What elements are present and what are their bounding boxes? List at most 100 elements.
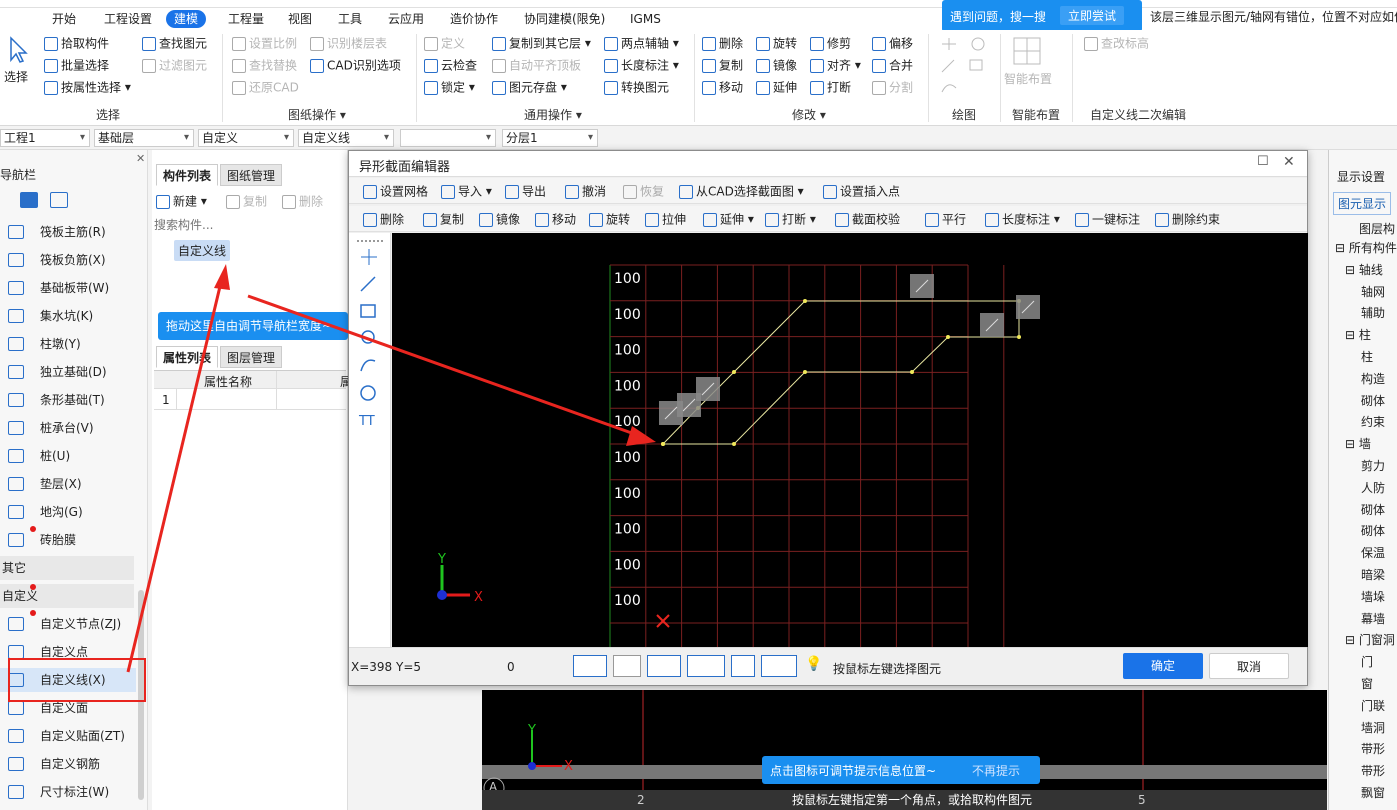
- nav-raft-neg-rebar[interactable]: 筏板负筋(X): [0, 248, 136, 272]
- split-button[interactable]: 分割: [872, 78, 913, 96]
- set-insert-point-button[interactable]: 设置插入点: [823, 182, 900, 200]
- detail-view-icon[interactable]: [50, 192, 68, 208]
- check-height-button[interactable]: 查改标高: [1084, 34, 1149, 52]
- nav-brick-mold[interactable]: 砖胎膜: [0, 528, 136, 552]
- move-button[interactable]: 移动: [702, 78, 743, 96]
- smart-layout-button[interactable]: 智能布置: [1004, 70, 1052, 88]
- store-element-button[interactable]: 图元存盘 ▾: [492, 78, 567, 96]
- nav-cushion[interactable]: 垫层(X): [0, 472, 136, 496]
- nav-sump[interactable]: 集水坑(K): [0, 304, 136, 328]
- nav-custom-veneer[interactable]: 自定义贴面(ZT): [0, 724, 136, 748]
- menu-cost-collab[interactable]: 造价协作: [442, 10, 506, 28]
- tab-component-list[interactable]: 构件列表: [156, 164, 219, 186]
- floor-select[interactable]: 基础层: [94, 129, 194, 147]
- set-scale-button[interactable]: 设置比例: [232, 34, 297, 52]
- ok-button[interactable]: 确定: [1123, 653, 1203, 679]
- menu-collab-modeling[interactable]: 协同建模(限免): [516, 10, 613, 28]
- close-icon[interactable]: ✕: [1283, 154, 1295, 170]
- help-question-text[interactable]: 该层三维显示图元/轴网有错位，位置不对应如何: [1150, 8, 1397, 25]
- delete-button[interactable]: 删除: [702, 34, 743, 52]
- tree-node[interactable]: ⊟ 轴线: [1345, 260, 1383, 280]
- delete-constraint-button[interactable]: 删除约束: [1155, 210, 1220, 228]
- dlg-break-button[interactable]: 打断 ▾: [765, 210, 816, 228]
- tree-node[interactable]: ⊟ 所有构件: [1335, 238, 1397, 258]
- tree-node[interactable]: 带形: [1361, 761, 1385, 781]
- tree-node[interactable]: 暗梁: [1361, 565, 1385, 585]
- tree-node[interactable]: 砌体: [1361, 500, 1385, 520]
- nav-pile[interactable]: 桩(U): [0, 444, 136, 468]
- tree-node[interactable]: 墙洞: [1361, 718, 1385, 738]
- dlg-move-button[interactable]: 移动: [535, 210, 576, 228]
- new-component-button[interactable]: 新建 ▾: [156, 192, 207, 210]
- dlg-stretch-button[interactable]: 拉伸: [645, 210, 686, 228]
- tree-node[interactable]: 门: [1361, 652, 1373, 672]
- lock-button[interactable]: 锁定 ▾: [424, 78, 475, 96]
- menu-igms[interactable]: IGMS: [622, 10, 669, 28]
- extend-button[interactable]: 延伸: [756, 78, 797, 96]
- tree-node[interactable]: 墙垛: [1361, 587, 1385, 607]
- length-dim-button[interactable]: 长度标注 ▾: [604, 56, 679, 74]
- layer-select[interactable]: 分层1: [502, 129, 598, 147]
- menu-start[interactable]: 开始: [44, 10, 84, 28]
- tab-layers[interactable]: 图层管理: [220, 346, 283, 368]
- tree-node[interactable]: 带形: [1361, 739, 1385, 759]
- auto-align-top-button[interactable]: 自动平齐顶板: [492, 56, 581, 74]
- menu-view[interactable]: 视图: [280, 10, 320, 28]
- object-snap-toggle[interactable]: [761, 655, 797, 677]
- nav-section-custom[interactable]: 自定义: [0, 584, 134, 608]
- nav-close-icon[interactable]: ✕: [136, 152, 145, 165]
- nav-section-other[interactable]: 其它: [0, 556, 134, 580]
- offset-button[interactable]: 偏移: [872, 34, 913, 52]
- grid-snap-toggle[interactable]: [573, 655, 607, 677]
- align-button[interactable]: 对齐 ▾: [810, 56, 861, 74]
- tree-node[interactable]: ⊟ 墙: [1345, 434, 1371, 454]
- menu-modeling[interactable]: 建模: [166, 10, 207, 28]
- project-select[interactable]: 工程1: [0, 129, 90, 147]
- menu-quantity[interactable]: 工程量: [220, 10, 272, 28]
- select-by-attr-button[interactable]: 按属性选择 ▾: [44, 78, 131, 96]
- section-check-button[interactable]: 截面校验: [835, 210, 900, 228]
- draw-tools-icon[interactable]: [940, 36, 990, 96]
- nav-foundation-strip[interactable]: 基础板带(W): [0, 276, 136, 300]
- set-grid-button[interactable]: 设置网格: [363, 182, 428, 200]
- rotate-button[interactable]: 旋转: [756, 34, 797, 52]
- tree-node[interactable]: 构造: [1361, 369, 1385, 389]
- menu-tools[interactable]: 工具: [330, 10, 370, 28]
- select-from-cad-button[interactable]: 从CAD选择截面图 ▾: [679, 182, 804, 200]
- nav-isolated-footing[interactable]: 独立基础(D): [0, 360, 136, 384]
- tree-node[interactable]: 轴网: [1361, 282, 1385, 302]
- type-select[interactable]: 自定义线: [298, 129, 394, 147]
- tree-node[interactable]: 砌体: [1361, 391, 1385, 411]
- define-button[interactable]: 定义: [424, 34, 465, 52]
- export-button[interactable]: 导出: [505, 182, 546, 200]
- delete-component-button[interactable]: 删除: [282, 192, 323, 210]
- menu-cloud[interactable]: 云应用: [380, 10, 432, 28]
- component-search-input[interactable]: [154, 216, 344, 234]
- nav-strip-footing[interactable]: 条形基础(T): [0, 388, 136, 412]
- nav-pile-cap[interactable]: 桩承台(V): [0, 416, 136, 440]
- select-button[interactable]: 选择: [4, 68, 28, 86]
- ortho-toggle[interactable]: [613, 655, 641, 677]
- tree-node[interactable]: 窗: [1361, 674, 1373, 694]
- tree-node[interactable]: 剪力: [1361, 456, 1385, 476]
- dlg-rotate-button[interactable]: 旋转: [589, 210, 630, 228]
- mirror-button[interactable]: 镜像: [756, 56, 797, 74]
- tab-attributes[interactable]: 属性列表: [156, 346, 219, 368]
- maximize-icon[interactable]: ☐: [1257, 154, 1269, 169]
- cloud-check-button[interactable]: 云检查: [424, 56, 477, 74]
- nav-dimension[interactable]: 尺寸标注(W): [0, 780, 136, 804]
- pick-component-button[interactable]: 拾取构件: [44, 34, 109, 52]
- tree-node[interactable]: ⊟ 柱: [1345, 325, 1371, 345]
- copy-button[interactable]: 复制: [702, 56, 743, 74]
- tree-node[interactable]: 幕墙: [1361, 609, 1385, 629]
- dlg-delete-button[interactable]: 删除: [363, 210, 404, 228]
- tree-node[interactable]: 飘窗: [1361, 783, 1385, 803]
- cancel-button[interactable]: 取消: [1209, 653, 1289, 679]
- tree-node[interactable]: 约束: [1361, 412, 1385, 432]
- tree-node[interactable]: 保温: [1361, 543, 1385, 563]
- tree-node[interactable]: ⊟ 门窗洞: [1345, 630, 1395, 650]
- parallel-button[interactable]: 平行: [925, 210, 966, 228]
- shape-snap-toggle[interactable]: [647, 655, 681, 677]
- component-select[interactable]: [400, 129, 496, 147]
- select-cursor-icon[interactable]: [6, 36, 30, 63]
